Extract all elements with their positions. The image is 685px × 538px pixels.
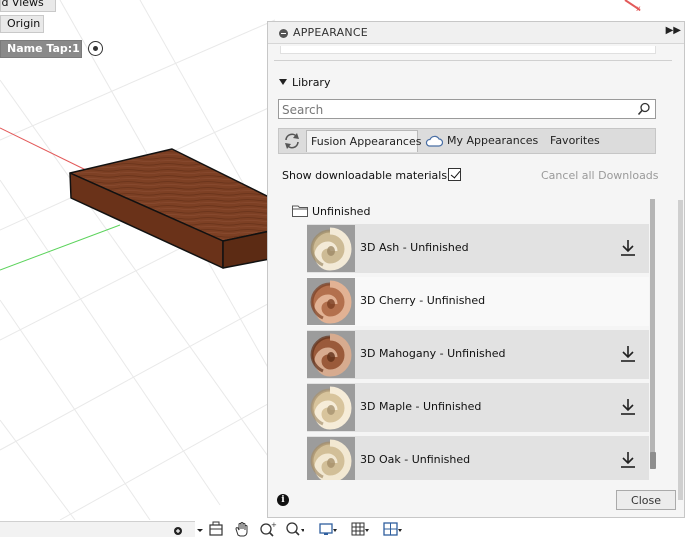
download-icon[interactable]	[620, 345, 636, 363]
svg-text:x: x	[636, 4, 641, 13]
list-scrollbar-track[interactable]	[650, 199, 655, 469]
in-this-design-area	[280, 46, 656, 54]
tab-favorites[interactable]: Favorites	[546, 130, 604, 152]
material-label: 3D Maple - Unfinished	[360, 400, 482, 413]
activate-component-icon[interactable]	[88, 41, 103, 56]
show-downloadable-label: Show downloadable materials	[282, 169, 448, 182]
material-swatch-icon	[307, 225, 355, 272]
close-button[interactable]: Close	[616, 490, 676, 510]
panel-header: APPEARANCE ▶▶	[268, 22, 684, 44]
divider	[274, 60, 672, 61]
grid-settings-icon[interactable]	[350, 521, 370, 537]
triangle-down-icon	[279, 79, 287, 85]
material-swatch-icon	[307, 384, 355, 431]
cancel-all-downloads-link: Cancel all Downloads	[541, 169, 659, 182]
y-axis-line	[0, 224, 121, 271]
tab-my-appearances-label: My Appearances	[447, 134, 539, 147]
material-row[interactable]: 3D Mahogany - Unfinished	[307, 330, 649, 379]
library-label: Library	[292, 76, 331, 89]
x-axis-line	[0, 127, 91, 173]
panel-scrollbar[interactable]	[678, 200, 683, 500]
panel-title: APPEARANCE	[293, 26, 368, 39]
appearance-panel: APPEARANCE ▶▶ Library Fusion Appearances…	[267, 21, 685, 518]
viewports-icon[interactable]	[383, 521, 403, 537]
material-row[interactable]: 3D Oak - Unfinished	[307, 436, 649, 480]
download-icon[interactable]	[620, 451, 636, 469]
magnifier-icon[interactable]	[637, 102, 651, 116]
list-scrollbar-thumb[interactable]	[650, 452, 656, 469]
material-swatch-icon	[307, 278, 355, 325]
material-label: 3D Mahogany - Unfinished	[360, 347, 506, 360]
info-icon[interactable]: i	[277, 494, 289, 506]
library-section-toggle[interactable]: Library	[279, 76, 330, 89]
orbit-box-icon[interactable]	[206, 521, 226, 537]
tab-fusion-appearances[interactable]: Fusion Appearances	[306, 130, 421, 152]
display-settings-icon[interactable]	[318, 521, 338, 537]
add-circle-icon[interactable]	[170, 521, 190, 537]
download-icon[interactable]	[620, 239, 636, 257]
materials-list: 3D Ash - Unfinished 3D Cherry - Unfinishe…	[307, 224, 649, 480]
material-row[interactable]: 3D Maple - Unfinished	[307, 383, 649, 432]
folder-icon	[292, 205, 308, 217]
material-label: 3D Cherry - Unfinished	[360, 294, 486, 307]
timeline-bar	[0, 521, 195, 537]
expand-arrows-icon[interactable]: ▶▶	[666, 25, 681, 36]
collapse-icon[interactable]	[279, 29, 288, 38]
zoom-icon[interactable]	[284, 521, 304, 537]
pan-hand-icon[interactable]	[232, 521, 252, 537]
download-icon[interactable]	[620, 398, 636, 416]
browser-named-views[interactable]: Named Views	[0, 0, 56, 12]
library-tabs: Fusion Appearances My Appearances Favori…	[278, 128, 656, 154]
material-label: 3D Ash - Unfinished	[360, 241, 469, 254]
material-label: 3D Oak - Unfinished	[360, 453, 471, 466]
folder-unfinished[interactable]: Unfinished	[312, 205, 370, 218]
material-row[interactable]: 3D Ash - Unfinished	[307, 224, 649, 273]
search-box	[278, 99, 656, 119]
svg-text:+: +	[271, 521, 277, 529]
zoom-window-icon[interactable]: +	[258, 521, 278, 537]
refresh-icon[interactable]	[280, 130, 304, 152]
show-downloadable-checkbox[interactable]	[448, 168, 461, 181]
cloud-icon	[425, 135, 443, 147]
navigation-toolbar: +	[0, 520, 685, 538]
browser-origin[interactable]: Origin	[0, 15, 44, 33]
material-row[interactable]: 3D Cherry - Unfinished	[307, 277, 649, 326]
material-swatch-icon	[307, 331, 355, 378]
material-swatch-icon	[307, 437, 355, 480]
browser-component-name-tap[interactable]: Name Tap:1	[0, 40, 82, 58]
search-input[interactable]	[282, 102, 622, 117]
tab-my-appearances[interactable]: My Appearances	[421, 130, 542, 152]
wood-block	[69, 148, 276, 269]
